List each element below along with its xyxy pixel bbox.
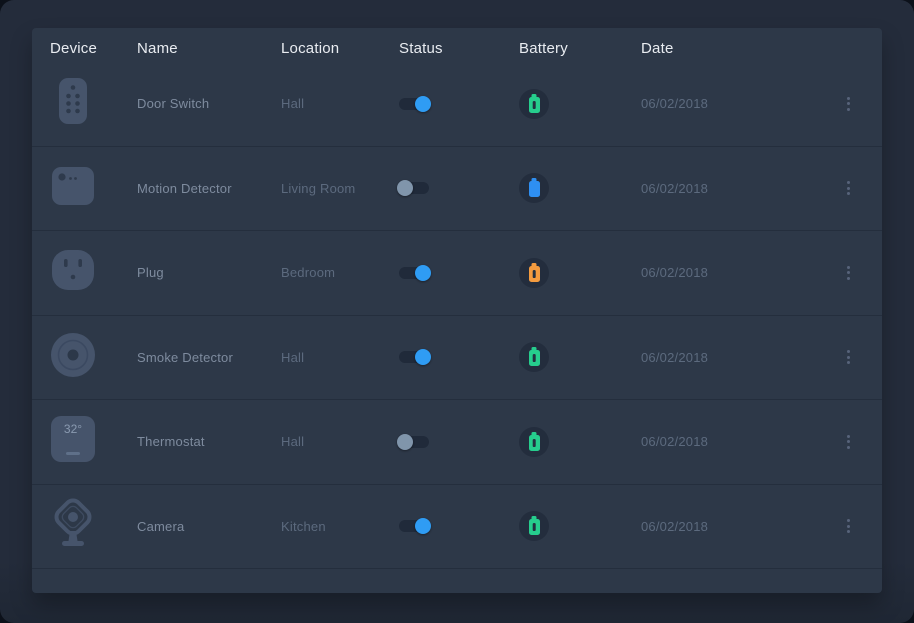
motion-detector-icon	[51, 166, 95, 211]
toggle-knob	[415, 96, 431, 112]
device-name: Smoke Detector	[137, 350, 281, 365]
row-menu-button[interactable]	[843, 346, 854, 368]
status-toggle[interactable]	[399, 98, 429, 110]
toggle-knob	[397, 180, 413, 196]
device-date: 06/02/2018	[641, 96, 802, 111]
toggle-knob	[415, 349, 431, 365]
toggle-knob	[397, 434, 413, 450]
table-row: Camera Kitchen 06/02/2018	[32, 485, 882, 570]
row-menu-button[interactable]	[843, 93, 854, 115]
camera-icon	[50, 497, 96, 556]
table-row: Plug Bedroom 06/02/2018	[32, 231, 882, 316]
device-location: Bedroom	[281, 265, 399, 280]
device-location: Kitchen	[281, 519, 399, 534]
device-date: 06/02/2018	[641, 519, 802, 534]
toggle-knob	[415, 518, 431, 534]
row-menu-button[interactable]	[843, 177, 854, 199]
device-date: 06/02/2018	[641, 265, 802, 280]
battery-icon	[519, 258, 549, 288]
toggle-knob	[415, 265, 431, 281]
column-header-name: Name	[137, 40, 281, 57]
battery-icon	[519, 89, 549, 119]
device-name: Door Switch	[137, 96, 281, 111]
column-header-date: Date	[641, 40, 802, 57]
column-header-device: Device	[50, 40, 137, 57]
remote-icon	[58, 77, 88, 130]
device-location: Living Room	[281, 181, 399, 196]
table-row: Smoke Detector Hall 06/02/2018	[32, 316, 882, 401]
column-header-status: Status	[399, 40, 519, 57]
table-row: 32° Thermostat Hall 06/02/2018	[32, 400, 882, 485]
device-location: Hall	[281, 96, 399, 111]
thermostat-icon: 32°	[50, 415, 96, 468]
thermostat-temp-label: 32°	[64, 422, 82, 436]
app-window: Device Name Location Status Battery Date	[0, 0, 914, 623]
row-menu-button[interactable]	[843, 515, 854, 537]
status-toggle[interactable]	[399, 436, 429, 448]
battery-icon	[519, 511, 549, 541]
device-location: Hall	[281, 350, 399, 365]
table-header: Device Name Location Status Battery Date	[32, 28, 882, 62]
battery-icon	[519, 342, 549, 372]
device-date: 06/02/2018	[641, 434, 802, 449]
column-header-location: Location	[281, 40, 399, 57]
device-name: Thermostat	[137, 434, 281, 449]
device-name: Plug	[137, 265, 281, 280]
status-toggle[interactable]	[399, 182, 429, 194]
device-name: Camera	[137, 519, 281, 534]
status-toggle[interactable]	[399, 267, 429, 279]
table-row: Door Switch Hall 06/02/2018	[32, 62, 882, 147]
battery-icon	[519, 427, 549, 457]
devices-table-card: Device Name Location Status Battery Date	[32, 28, 882, 593]
status-toggle[interactable]	[399, 520, 429, 532]
column-header-battery: Battery	[519, 40, 641, 57]
device-date: 06/02/2018	[641, 181, 802, 196]
plug-icon	[51, 249, 95, 296]
smoke-detector-icon	[50, 332, 96, 383]
battery-icon	[519, 173, 549, 203]
device-name: Motion Detector	[137, 181, 281, 196]
device-location: Hall	[281, 434, 399, 449]
row-menu-button[interactable]	[843, 431, 854, 453]
device-date: 06/02/2018	[641, 350, 802, 365]
row-menu-button[interactable]	[843, 262, 854, 284]
table-row: Motion Detector Living Room 06/02/2018	[32, 147, 882, 232]
status-toggle[interactable]	[399, 351, 429, 363]
